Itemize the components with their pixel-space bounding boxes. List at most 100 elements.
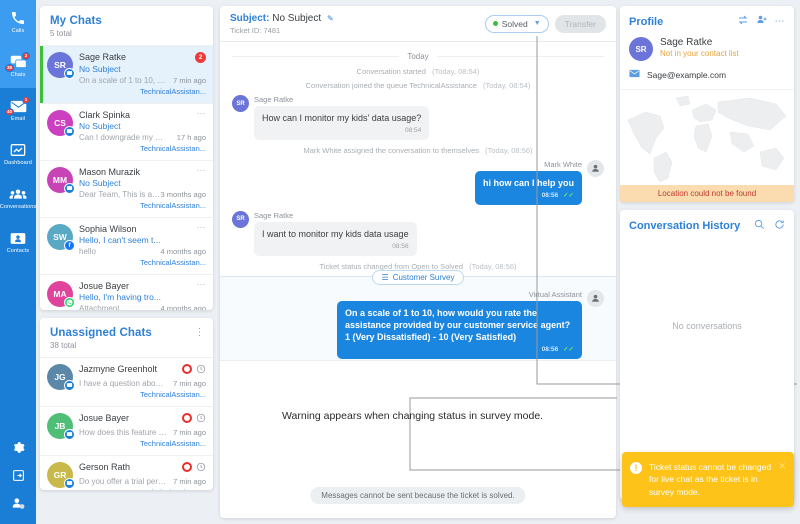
- chat-list-item[interactable]: SR Sage Ratke 2 No Subject On a scale of 1 t…: [40, 45, 213, 103]
- chat-item-name: Josue Bayer: [79, 413, 130, 423]
- chat-item-top: Sage Ratke 2: [79, 52, 206, 63]
- avatar-wrap: GR: [47, 462, 75, 489]
- unassigned-actions: [182, 413, 206, 423]
- chat-item-body: Clark Spinka ⋯ No Subject Can I downgrade m…: [79, 109, 207, 154]
- subject-label: Subject:: [230, 12, 270, 24]
- add-person-icon[interactable]: [756, 14, 768, 29]
- my-chats-header: My Chats 5 total: [40, 6, 213, 45]
- chat-item-bottom: Dear Team, This is a frie...3 months ago: [79, 188, 206, 199]
- status-dropdown[interactable]: Solved ▼: [484, 14, 549, 33]
- warning-icon: !: [630, 462, 642, 474]
- profile-identity: SR Sage Ratke Not in your contact list: [620, 33, 794, 69]
- avatar: SR: [232, 95, 249, 112]
- my-chats-title: My Chats: [50, 15, 102, 27]
- chat-list-item[interactable]: MM Mason Murazik ⋯ No Subject Dear Team, Thi…: [40, 160, 213, 217]
- chat-item-subject: Hello, I can't seem t...: [79, 235, 161, 245]
- gear-icon[interactable]: [11, 440, 25, 454]
- profile-card: Profile ⋯ SR Sage Ratke Not in your cont…: [620, 6, 794, 202]
- chats-badge-unread: 2: [22, 51, 30, 60]
- read-receipt-icon: ✓✓: [563, 192, 574, 200]
- snooze-clock-icon[interactable]: [196, 364, 206, 374]
- chat-item-body: Josue Bayer How does this feature work? 7 …: [79, 413, 206, 449]
- unread-count-badge: 2: [195, 52, 206, 63]
- reject-chat-icon[interactable]: [182, 413, 192, 423]
- chat-item-top: Jazmyne Greenholt: [79, 364, 206, 374]
- chat-list-item[interactable]: SW f Sophia Wilson ⋯ Hello, I can't seem t..…: [40, 217, 213, 274]
- chat-item-queue: TechnicalAssistan...: [140, 488, 206, 490]
- chat-item-time: 7 min ago: [173, 428, 206, 437]
- rail-item-calls[interactable]: Calls: [0, 0, 36, 44]
- toast-line3: survey mode.: [649, 486, 701, 497]
- close-icon[interactable]: ✕: [778, 461, 786, 472]
- chat-item-menu-icon[interactable]: ⋯: [197, 280, 207, 289]
- chat-item-preview: Dear Team, This is a frie...: [79, 190, 161, 199]
- chat-item-time: 7 min ago: [173, 379, 206, 388]
- chat-list-item[interactable]: MA Josue Bayer ⋯ Hello, I'm having tro... At…: [40, 274, 213, 310]
- swap-contact-icon[interactable]: [737, 14, 749, 29]
- chat-item-preview: Do you offer a trial period?: [79, 477, 167, 486]
- avatar-wrap: MM: [47, 167, 75, 194]
- chat-item-subject: No Subject: [79, 121, 121, 131]
- refresh-icon[interactable]: [774, 219, 785, 233]
- chat-item-queue-row: TechnicalAssistan...: [79, 142, 206, 154]
- transfer-button[interactable]: Transfer: [554, 14, 606, 33]
- unassigned-chat-item[interactable]: JG Jazmyne Greenholt I have a question abo…: [40, 357, 213, 406]
- snooze-clock-icon[interactable]: [196, 462, 206, 472]
- message-incoming: SR Sage Ratke How can I monitor my kids'…: [232, 95, 604, 140]
- rail-item-email[interactable]: 1 40 Email: [0, 88, 36, 132]
- toast-line1: Ticket status cannot be changed: [649, 462, 772, 472]
- chat-item-queue: TechnicalAssistan...: [140, 258, 206, 267]
- message-time: 08:56 ✓✓: [345, 346, 574, 355]
- chats-badge-total: 38: [5, 63, 15, 72]
- search-icon[interactable]: [754, 219, 765, 233]
- composer-disabled-note: Messages cannot be sent because the tick…: [310, 487, 526, 504]
- chat-item-time: 7 min ago: [173, 477, 206, 486]
- chat-item-bottom: I have a question about taxes an... 7 min…: [79, 377, 206, 388]
- chat-item-name: Sophia Wilson: [79, 224, 137, 234]
- chat-item-bottom: Attachment 4 months ago: [79, 302, 206, 310]
- chat-item-menu-icon[interactable]: ⋯: [197, 109, 207, 118]
- profile-email: Sage@example.com: [647, 69, 727, 80]
- contact-card-icon: [9, 231, 27, 246]
- edit-subject-icon[interactable]: ✎: [327, 14, 334, 23]
- email-icon: 1 40: [5, 95, 30, 116]
- messenger-badge-icon: [64, 380, 75, 391]
- message-bubble: How can I monitor my kids' data usage? 0…: [254, 106, 430, 140]
- rail-label-chats: Chats: [10, 71, 26, 78]
- message-body: Sage Ratke I want to monitor my kids dat…: [254, 211, 417, 256]
- user-settings-icon[interactable]: [11, 496, 25, 510]
- avatar-wrap: SR: [47, 52, 75, 79]
- day-separator-line-left: [232, 56, 400, 57]
- message-composer[interactable]: Messages cannot be sent because the tick…: [220, 360, 616, 518]
- profile-more-icon[interactable]: ⋯: [775, 16, 786, 27]
- unassigned-chats-menu-icon[interactable]: ⋮: [195, 328, 206, 338]
- chat-list-item[interactable]: CS Clark Spinka ⋯ No Subject Can I downgrade…: [40, 103, 213, 160]
- reject-chat-icon[interactable]: [182, 462, 192, 472]
- message-author: Mark White: [544, 159, 582, 169]
- chat-item-preview: I have a question about taxes an...: [79, 379, 167, 388]
- conversation-history-header: Conversation History: [620, 210, 794, 239]
- unassigned-chat-item[interactable]: JB Josue Bayer How does this feature work?…: [40, 406, 213, 455]
- chat-item-queue: TechnicalAssistan...: [140, 201, 206, 210]
- rail-item-conversations[interactable]: Conversations: [0, 176, 36, 220]
- chat-item-name: Sage Ratke: [79, 52, 127, 62]
- profile-name: Sage Ratke: [660, 37, 713, 48]
- day-separator-label: Today: [407, 52, 429, 61]
- rail-item-contacts[interactable]: Contacts: [0, 220, 36, 264]
- message-thread[interactable]: Today Conversation started (Today, 08:54…: [220, 42, 616, 360]
- unassigned-chat-item[interactable]: GR Gerson Rath Do you offer a trial period…: [40, 455, 213, 490]
- rail-item-dashboard[interactable]: Dashboard: [0, 132, 36, 176]
- snooze-clock-icon[interactable]: [196, 413, 206, 423]
- rail-item-chats[interactable]: 2 38 Chats: [0, 44, 36, 88]
- chat-item-menu-icon[interactable]: ⋯: [197, 166, 207, 175]
- chat-item-name: Mason Murazik: [79, 167, 141, 177]
- chat-item-menu-icon[interactable]: ⋯: [197, 223, 207, 232]
- rail-label-dashboard: Dashboard: [4, 159, 32, 166]
- message-time: 08:56: [392, 242, 409, 250]
- unassigned-chats-panel: Unassigned Chats 38 total ⋮ JG Jazmyne Gr…: [40, 318, 213, 490]
- chat-item-queue-row: TechnicalAssistan...: [79, 85, 206, 97]
- unassigned-actions: [182, 462, 206, 472]
- ticket-id: Ticket ID: 7481: [230, 25, 281, 35]
- reject-chat-icon[interactable]: [182, 364, 192, 374]
- logout-icon[interactable]: [11, 468, 25, 482]
